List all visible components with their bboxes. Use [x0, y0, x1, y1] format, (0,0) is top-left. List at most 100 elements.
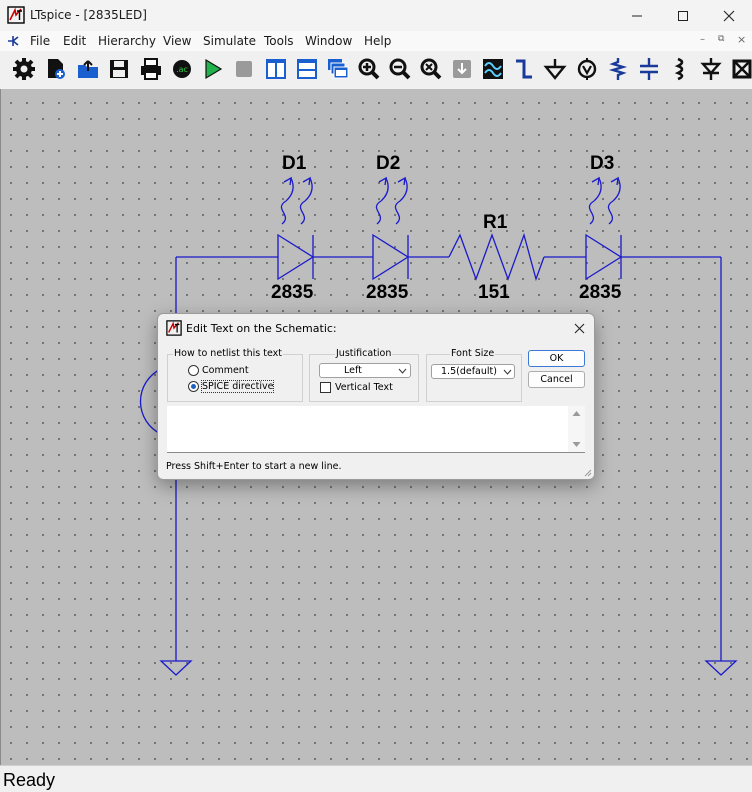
zoom-in-button[interactable] — [355, 55, 383, 83]
run-button[interactable] — [199, 55, 227, 83]
cancel-button[interactable]: Cancel — [528, 371, 585, 388]
radio-unselected-icon — [188, 365, 199, 376]
font-size-value: 1.5(default) — [441, 366, 497, 377]
ac-analysis-icon: .ac — [173, 60, 191, 78]
waveform-icon — [483, 59, 503, 79]
maximize-button[interactable] — [660, 0, 706, 31]
r1-ref-label[interactable]: R1 — [483, 212, 507, 234]
ltspice-logo-icon — [7, 6, 25, 24]
run-icon — [205, 58, 223, 80]
new-schematic-button[interactable] — [42, 55, 70, 83]
resistor-button[interactable] — [604, 55, 632, 83]
d1-ref-label[interactable]: D1 — [282, 153, 306, 175]
justification-select[interactable]: Left — [319, 363, 411, 378]
justification-value: Left — [344, 365, 362, 376]
font-size-select[interactable]: 1.5(default) — [431, 364, 515, 379]
text-entry-area[interactable] — [167, 406, 585, 453]
ground-icon — [543, 59, 567, 80]
zoom-out-icon — [389, 58, 411, 80]
menu-view[interactable]: View — [163, 34, 191, 48]
status-text: Ready — [3, 770, 56, 790]
zoom-fit-button[interactable] — [417, 55, 445, 83]
text-scrollbar[interactable] — [568, 406, 585, 452]
waveform-button[interactable] — [479, 55, 507, 83]
d2-value-label[interactable]: 2835 — [366, 282, 408, 304]
inductor-button[interactable] — [666, 55, 694, 83]
mdi-minimize-icon[interactable]: – — [700, 34, 705, 45]
resistor-icon — [608, 58, 628, 80]
open-button[interactable] — [74, 55, 102, 83]
diode-d3-symbol — [585, 176, 623, 281]
spice-directive-radio[interactable]: SPICE directive — [188, 380, 275, 393]
mdi-document-icon[interactable] — [6, 34, 22, 48]
capacitor-button[interactable] — [635, 55, 663, 83]
component-icon — [732, 59, 752, 79]
dialog-close-button[interactable] — [568, 318, 590, 338]
newline-hint: Press Shift+Enter to start a new line. — [166, 461, 342, 472]
inductor-icon — [674, 57, 684, 81]
label-net-icon — [577, 58, 597, 80]
d2-ref-label[interactable]: D2 — [376, 153, 400, 175]
close-icon — [723, 10, 735, 21]
resistor-r1-symbol — [448, 232, 545, 282]
justification-label: Justification — [335, 348, 393, 359]
minimize-button[interactable] — [614, 0, 660, 31]
mdi-restore-icon[interactable]: ⧉ — [718, 34, 724, 44]
netlist-group-label: How to netlist this text — [173, 348, 283, 359]
ac-analysis-button[interactable]: .ac — [168, 55, 196, 83]
minimize-icon — [632, 15, 642, 16]
menu-help[interactable]: Help — [364, 34, 391, 48]
settings-icon — [13, 58, 35, 80]
tile-horizontal-icon — [297, 59, 317, 79]
label-net-button[interactable] — [573, 55, 601, 83]
settings-button[interactable] — [10, 55, 38, 83]
d3-value-label[interactable]: 2835 — [579, 282, 621, 304]
vertical-text-label: Vertical Text — [335, 382, 393, 393]
open-icon — [78, 60, 98, 78]
diode-button[interactable] — [697, 55, 725, 83]
resize-grip-icon[interactable] — [584, 469, 592, 477]
save-icon — [110, 60, 128, 78]
menu-file[interactable]: File — [30, 34, 50, 48]
menu-hierarchy[interactable]: Hierarchy — [98, 34, 156, 48]
ok-button[interactable]: OK — [528, 350, 585, 367]
diode-d2-symbol — [372, 176, 410, 281]
comment-radio[interactable]: Comment — [188, 365, 249, 376]
menu-edit[interactable]: Edit — [63, 34, 86, 48]
close-window-button[interactable] — [706, 0, 752, 31]
radio-selected-icon — [188, 381, 199, 392]
wire-button[interactable] — [510, 55, 538, 83]
autoscale-icon — [453, 60, 471, 78]
mdi-close-icon[interactable]: × — [737, 33, 746, 46]
menu-tools[interactable]: Tools — [264, 34, 294, 48]
save-button[interactable] — [105, 55, 133, 83]
cascade-icon — [328, 59, 349, 79]
d3-ref-label[interactable]: D3 — [590, 153, 614, 175]
menu-simulate[interactable]: Simulate — [203, 34, 256, 48]
netlist-group — [167, 354, 303, 402]
zoom-out-button[interactable] — [386, 55, 414, 83]
autoscale-button[interactable] — [448, 55, 476, 83]
scroll-up-icon[interactable] — [572, 410, 581, 417]
print-button[interactable] — [137, 55, 165, 83]
zoom-fit-icon — [420, 58, 442, 80]
d1-value-label[interactable]: 2835 — [271, 282, 313, 304]
r1-value-label[interactable]: 151 — [478, 282, 510, 304]
zoom-in-icon — [358, 58, 380, 80]
font-size-label: Font Size — [450, 348, 496, 359]
cascade-button[interactable] — [324, 55, 352, 83]
ground-button[interactable] — [541, 55, 569, 83]
tile-horizontal-button[interactable] — [293, 55, 321, 83]
justification-group — [309, 354, 419, 402]
scroll-down-icon[interactable] — [572, 441, 581, 448]
diode-d1-symbol — [277, 176, 315, 281]
menu-bar: File Edit Hierarchy View Simulate Tools … — [0, 31, 752, 51]
title-bar: LTspice - [2835LED] — [0, 0, 752, 31]
halt-button[interactable] — [230, 55, 258, 83]
ltspice-logo-icon — [166, 320, 182, 336]
component-button[interactable] — [728, 55, 752, 83]
vertical-text-checkbox[interactable]: Vertical Text — [320, 382, 393, 393]
tile-vertical-button[interactable] — [262, 55, 290, 83]
menu-window[interactable]: Window — [305, 34, 352, 48]
dialog-title: Edit Text on the Schematic: — [186, 322, 337, 335]
